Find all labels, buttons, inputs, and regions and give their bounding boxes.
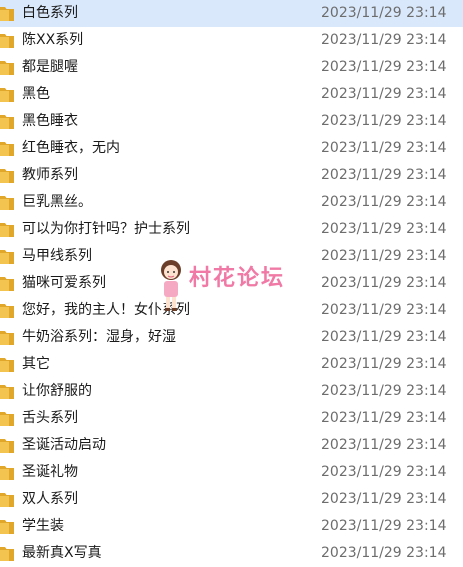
folder-icon <box>0 223 14 237</box>
file-name: 巨乳黑丝。 <box>22 194 92 210</box>
file-name: 黑色睡衣 <box>22 113 78 129</box>
file-modified-date: 2023/11/29 23:14 <box>321 113 447 129</box>
file-row[interactable]: 双人系列 2023/11/29 23:14 <box>0 486 463 513</box>
file-modified-date: 2023/11/29 23:14 <box>321 437 447 453</box>
file-modified-date: 2023/11/29 23:14 <box>321 32 447 48</box>
file-row[interactable]: 教师系列 2023/11/29 23:14 <box>0 162 463 189</box>
file-row[interactable]: 猫咪可爱系列 2023/11/29 23:14 <box>0 270 463 297</box>
file-modified-date: 2023/11/29 23:14 <box>321 221 447 237</box>
folder-icon <box>0 493 14 507</box>
file-modified-date: 2023/11/29 23:14 <box>321 518 447 534</box>
file-modified-date: 2023/11/29 23:14 <box>321 464 447 480</box>
file-name: 双人系列 <box>22 491 78 507</box>
file-name: 让你舒服的 <box>22 383 92 399</box>
file-row[interactable]: 圣诞礼物 2023/11/29 23:14 <box>0 459 463 486</box>
file-modified-date: 2023/11/29 23:14 <box>321 86 447 102</box>
folder-icon <box>0 196 14 210</box>
folder-icon <box>0 520 14 534</box>
file-name: 教师系列 <box>22 167 78 183</box>
file-modified-date: 2023/11/29 23:14 <box>321 275 447 291</box>
file-name: 白色系列 <box>22 5 78 21</box>
file-modified-date: 2023/11/29 23:14 <box>321 5 447 21</box>
file-row[interactable]: 黑色睡衣 2023/11/29 23:14 <box>0 108 463 135</box>
file-modified-date: 2023/11/29 23:14 <box>321 329 447 345</box>
file-row[interactable]: 白色系列 2023/11/29 23:14 <box>0 0 463 27</box>
file-name: 黑色 <box>22 86 50 102</box>
file-name: 都是腿喔 <box>22 59 78 75</box>
folder-icon <box>0 277 14 291</box>
file-row[interactable]: 其它 2023/11/29 23:14 <box>0 351 463 378</box>
file-row[interactable]: 学生装 2023/11/29 23:14 <box>0 513 463 540</box>
file-list: 白色系列 2023/11/29 23:14 陈XX系列 2023/11/29 23:1… <box>0 0 463 567</box>
file-row[interactable]: 可以为你打针吗？护士系列 2023/11/29 23:14 <box>0 216 463 243</box>
file-row[interactable]: 圣诞活动启动 2023/11/29 23:14 <box>0 432 463 459</box>
folder-icon <box>0 331 14 345</box>
folder-icon <box>0 439 14 453</box>
file-name: 牛奶浴系列：湿身，好湿 <box>22 329 176 345</box>
file-modified-date: 2023/11/29 23:14 <box>321 491 447 507</box>
folder-icon <box>0 466 14 480</box>
file-name: 可以为你打针吗？护士系列 <box>22 221 190 237</box>
file-row[interactable]: 让你舒服的 2023/11/29 23:14 <box>0 378 463 405</box>
file-name: 最新真X写真 <box>22 545 102 561</box>
folder-icon <box>0 304 14 318</box>
folder-icon <box>0 61 14 75</box>
file-modified-date: 2023/11/29 23:14 <box>321 167 447 183</box>
file-name: 舌头系列 <box>22 410 78 426</box>
file-name: 您好，我的主人！女仆系列 <box>22 302 190 318</box>
file-name: 猫咪可爱系列 <box>22 275 106 291</box>
file-name: 其它 <box>22 356 50 372</box>
file-name: 陈XX系列 <box>22 32 84 48</box>
folder-icon <box>0 385 14 399</box>
file-row[interactable]: 牛奶浴系列：湿身，好湿 2023/11/29 23:14 <box>0 324 463 351</box>
folder-icon <box>0 358 14 372</box>
file-row[interactable]: 您好，我的主人！女仆系列 2023/11/29 23:14 <box>0 297 463 324</box>
folder-icon <box>0 34 14 48</box>
folder-icon <box>0 7 14 21</box>
folder-icon <box>0 142 14 156</box>
folder-icon <box>0 88 14 102</box>
file-name: 圣诞礼物 <box>22 464 78 480</box>
file-row[interactable]: 马甲线系列 2023/11/29 23:14 <box>0 243 463 270</box>
file-modified-date: 2023/11/29 23:14 <box>321 248 447 264</box>
file-modified-date: 2023/11/29 23:14 <box>321 383 447 399</box>
file-modified-date: 2023/11/29 23:14 <box>321 356 447 372</box>
file-name: 学生装 <box>22 518 64 534</box>
file-row[interactable]: 黑色 2023/11/29 23:14 <box>0 81 463 108</box>
folder-icon <box>0 115 14 129</box>
file-modified-date: 2023/11/29 23:14 <box>321 545 447 561</box>
file-row[interactable]: 都是腿喔 2023/11/29 23:14 <box>0 54 463 81</box>
folder-icon <box>0 169 14 183</box>
file-modified-date: 2023/11/29 23:14 <box>321 410 447 426</box>
file-row[interactable]: 舌头系列 2023/11/29 23:14 <box>0 405 463 432</box>
file-row[interactable]: 陈XX系列 2023/11/29 23:14 <box>0 27 463 54</box>
file-modified-date: 2023/11/29 23:14 <box>321 140 447 156</box>
file-row[interactable]: 最新真X写真 2023/11/29 23:14 <box>0 540 463 567</box>
folder-icon <box>0 547 14 561</box>
file-modified-date: 2023/11/29 23:14 <box>321 59 447 75</box>
file-modified-date: 2023/11/29 23:14 <box>321 302 447 318</box>
file-row[interactable]: 红色睡衣，无内 2023/11/29 23:14 <box>0 135 463 162</box>
folder-icon <box>0 250 14 264</box>
folder-icon <box>0 412 14 426</box>
file-modified-date: 2023/11/29 23:14 <box>321 194 447 210</box>
file-name: 红色睡衣，无内 <box>22 140 120 156</box>
file-row[interactable]: 巨乳黑丝。 2023/11/29 23:14 <box>0 189 463 216</box>
file-name: 马甲线系列 <box>22 248 92 264</box>
file-name: 圣诞活动启动 <box>22 437 106 453</box>
